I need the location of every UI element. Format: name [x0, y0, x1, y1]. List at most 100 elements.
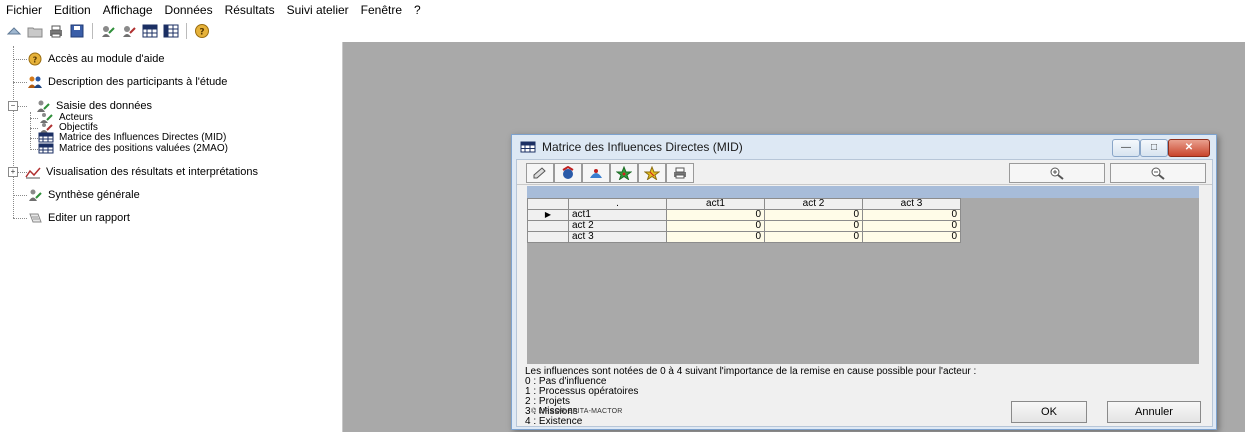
menu-fichier[interactable]: Fichier	[0, 0, 48, 20]
menu-edition[interactable]: Edition	[48, 0, 97, 20]
matrix-cell[interactable]: 0	[764, 220, 863, 232]
chart-icon	[25, 165, 41, 179]
tree-item-data-entry[interactable]: − Saisie des données	[8, 99, 152, 113]
close-button[interactable]: ✕	[1168, 139, 1210, 157]
row-selector[interactable]: ▶	[527, 209, 569, 221]
window-body: . act1 act 2 act 3 ▶ act1 0 0 0 act 2 0 …	[516, 159, 1213, 427]
tree-item-synthesis[interactable]: Synthèse générale	[27, 188, 140, 202]
svg-text:?: ?	[33, 56, 38, 65]
folder-icon[interactable]	[27, 23, 43, 39]
menu-suivi-atelier[interactable]: Suivi atelier	[281, 0, 355, 20]
report-icon	[27, 211, 43, 225]
help-icon: ?	[27, 52, 43, 66]
increase-button[interactable]	[610, 163, 638, 183]
matrix-cell[interactable]: 0	[764, 231, 863, 243]
objectives-icon[interactable]	[121, 23, 137, 39]
matrix-cell[interactable]: 0	[764, 209, 863, 221]
fill-objectives-button[interactable]	[582, 163, 610, 183]
legend-item: 1 : Processus opératoires	[525, 386, 639, 397]
tree-item-report[interactable]: Editer un rapport	[27, 211, 130, 225]
minimize-button[interactable]: —	[1112, 139, 1140, 157]
menu-resultats[interactable]: Résultats	[219, 0, 281, 20]
row-selector[interactable]	[527, 220, 569, 232]
actors-icon	[35, 99, 51, 113]
menu-affichage[interactable]: Affichage	[97, 0, 159, 20]
navigation-tree: ? Accès au module d'aide Description des…	[0, 42, 343, 432]
tree-connector	[30, 138, 38, 139]
menu-donnees[interactable]: Données	[159, 0, 219, 20]
cancel-button[interactable]: Annuler	[1107, 401, 1201, 423]
menu-fenetre[interactable]: Fenêtre	[355, 0, 408, 20]
mid-matrix-window: Matrice des Influences Directes (MID) — …	[511, 134, 1217, 430]
tree-item-participants[interactable]: Description des participants à l'étude	[27, 75, 227, 89]
matrix-cell[interactable]: 0	[666, 231, 765, 243]
row-header: act 2	[568, 220, 667, 232]
open-arrow-icon[interactable]	[6, 23, 22, 39]
edit-button[interactable]	[526, 163, 554, 183]
table-row: act 2 0 0 0	[527, 220, 961, 232]
actors-icon	[27, 188, 43, 202]
legend-item: 2 : Projets	[525, 396, 571, 407]
table-row: ▶ act1 0 0 0	[527, 209, 961, 221]
tree-item-label: Accès au module d'aide	[48, 53, 165, 65]
table-row: act 3 0 0 0	[527, 231, 961, 243]
green-star-icon	[616, 166, 632, 180]
help-icon[interactable]: ?	[194, 23, 210, 39]
matrix-cell[interactable]: 0	[666, 220, 765, 232]
tree-item-help-module[interactable]: ? Accès au module d'aide	[27, 52, 164, 66]
column-header[interactable]: act 2	[764, 198, 863, 210]
ok-button[interactable]: OK	[1011, 401, 1087, 423]
row-selector[interactable]	[527, 231, 569, 243]
column-header[interactable]: act1	[666, 198, 765, 210]
matrix-toolbar	[517, 160, 1212, 185]
matrix-2mao-icon[interactable]	[163, 23, 179, 39]
toolbar-separator	[186, 23, 187, 39]
matrix-cell[interactable]: 0	[862, 231, 961, 243]
save-icon[interactable]	[69, 23, 85, 39]
tree-item-label: Editer un rapport	[48, 212, 130, 224]
main-toolbar: ?	[0, 20, 1245, 42]
window-title-bar[interactable]: Matrice des Influences Directes (MID) — …	[512, 135, 1216, 159]
row-selector-header	[527, 198, 569, 210]
yellow-star-icon	[644, 166, 660, 180]
matrix-cell[interactable]: 0	[666, 209, 765, 221]
print-button[interactable]	[666, 163, 694, 183]
legend-intro: Les influences sont notées de 0 à 4 suiv…	[525, 366, 977, 377]
actors-icon[interactable]	[100, 23, 116, 39]
people-icon	[27, 75, 43, 89]
matrix-icon	[520, 141, 536, 153]
matrix-cell[interactable]: 0	[862, 209, 961, 221]
tree-item-results[interactable]: + Visualisation des résultats et interpr…	[8, 165, 258, 179]
decrease-button[interactable]	[638, 163, 666, 183]
tree-connector	[30, 118, 38, 119]
collapse-toggle[interactable]: −	[8, 101, 18, 111]
toolbar-separator	[92, 23, 93, 39]
tree-item-mid-matrix[interactable]: Matrice des Influences Directes (MID)	[38, 132, 226, 143]
influence-legend: Les influences sont notées de 0 à 4 suiv…	[525, 367, 1205, 427]
zoom-out-icon	[1151, 167, 1165, 180]
actor-fill-icon	[562, 166, 574, 179]
column-header[interactable]: act 3	[862, 198, 961, 210]
zoom-in-icon	[1050, 167, 1064, 180]
tree-item-label: Matrice des Influences Directes (MID)	[59, 132, 227, 143]
tree-item-label: Visualisation des résultats et interprét…	[46, 166, 258, 178]
zoom-in-button[interactable]	[1009, 163, 1105, 183]
tree-item-label: Description des participants à l'étude	[48, 76, 228, 88]
menu-help[interactable]: ?	[408, 0, 427, 20]
copyright-label: © LIPSOR-EPITA-MACTOR	[531, 408, 623, 415]
edit-icon	[533, 167, 546, 179]
tree-item-2mao-matrix[interactable]: Matrice des positions valuées (2MAO)	[38, 143, 228, 154]
matrix-cell[interactable]: 0	[862, 220, 961, 232]
tree-connector	[30, 149, 38, 150]
row-header: act 3	[568, 231, 667, 243]
zoom-out-button[interactable]	[1110, 163, 1206, 183]
expand-toggle[interactable]: +	[8, 167, 18, 177]
header-row: . act1 act 2 act 3	[527, 198, 961, 210]
tree-connector	[13, 82, 27, 83]
fill-actors-button[interactable]	[554, 163, 582, 183]
matrix-mid-icon[interactable]	[142, 23, 158, 39]
maximize-button[interactable]: □	[1140, 139, 1168, 157]
grid-header-bar	[527, 186, 1199, 198]
print-icon[interactable]	[48, 23, 64, 39]
corner-cell: .	[568, 198, 667, 210]
